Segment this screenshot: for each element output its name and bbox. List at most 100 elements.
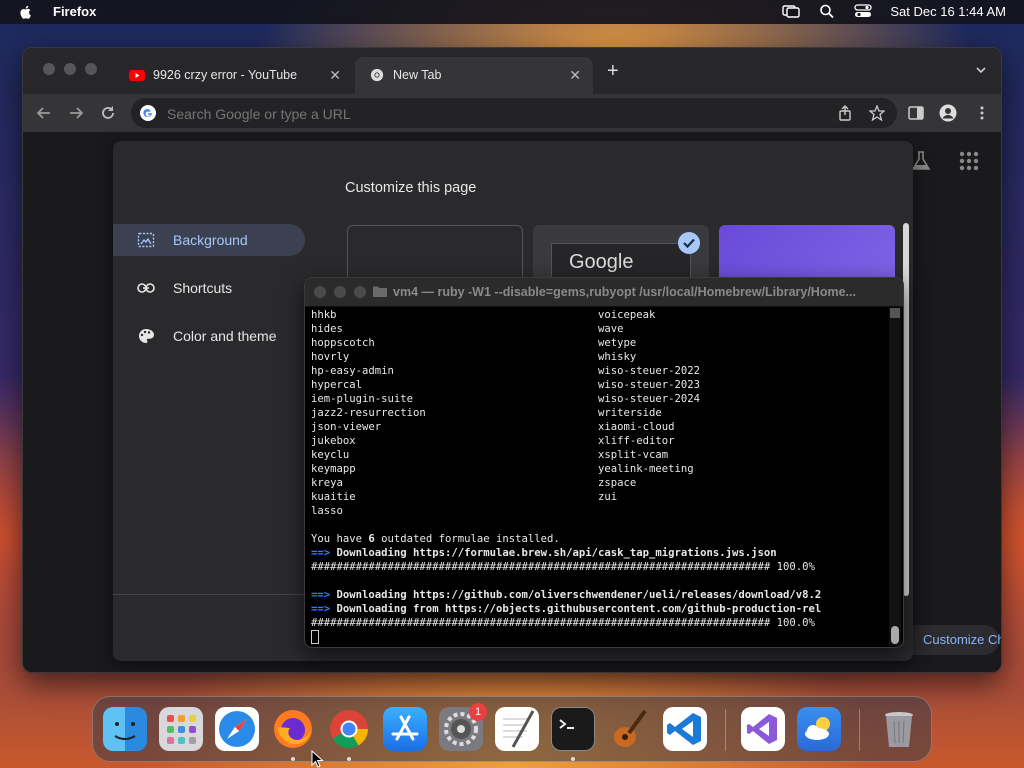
- notification-badge: 1: [469, 703, 487, 721]
- dock-safari-icon[interactable]: [215, 707, 259, 751]
- window-controls: [43, 63, 97, 75]
- background-thumbnail-classic[interactable]: Google: [533, 225, 709, 283]
- dock-terminal-icon[interactable]: [551, 707, 595, 751]
- outdated-message: You have 6 outdated formulae installed.: [311, 533, 560, 545]
- chrome-icon: [370, 68, 384, 82]
- dock: 1: [92, 696, 932, 762]
- dock-vscode-icon[interactable]: [663, 707, 707, 751]
- tab-new-tab[interactable]: New Tab ✕: [355, 57, 593, 94]
- palette-icon: [139, 329, 154, 343]
- cask-name: hp-easy-admin: [311, 365, 394, 377]
- screen-mirroring-icon[interactable]: [782, 3, 801, 19]
- control-center-icon[interactable]: [854, 3, 873, 19]
- cask-name: jazz2-resurrection: [311, 407, 426, 419]
- thumbnail-google-text: Google: [569, 251, 634, 273]
- link-icon: [137, 283, 155, 293]
- dock-finder-icon[interactable]: [103, 707, 147, 751]
- background-thumbnail-none[interactable]: [347, 225, 523, 281]
- terminal-title-bar: vm4 — ruby -W1 --disable=gems,rubyopt /u…: [305, 278, 903, 307]
- dock-trash-icon[interactable]: [877, 707, 921, 751]
- tab-strip: 9926 crzy error - YouTube ✕ New Tab ✕ +: [23, 48, 1001, 94]
- cask-name: hypercal: [311, 379, 363, 391]
- dock-visual-studio-icon[interactable]: [741, 707, 785, 751]
- nav-item-shortcuts[interactable]: Shortcuts: [113, 272, 305, 304]
- active-app-name[interactable]: Firefox: [53, 4, 96, 19]
- menu-bar-clock[interactable]: Sat Dec 16 1:44 AM: [890, 4, 1006, 19]
- cask-name: kuaitie: [311, 491, 356, 503]
- close-tab-icon[interactable]: ✕: [569, 67, 581, 84]
- terminal-title: vm4 — ruby -W1 --disable=gems,rubyopt /u…: [393, 285, 856, 299]
- dock-separator: [859, 709, 860, 751]
- tab-youtube[interactable]: 9926 crzy error - YouTube ✕: [115, 57, 353, 94]
- dock-garageband-icon[interactable]: [607, 707, 651, 751]
- spotlight-search-icon[interactable]: [818, 3, 836, 19]
- tab-search-chevron-icon[interactable]: [975, 64, 987, 76]
- dock-weather-icon[interactable]: [797, 707, 841, 751]
- scrollbar-thumb[interactable]: [891, 626, 899, 644]
- cask-name: writerside: [598, 407, 662, 419]
- cask-name: voicepeak: [598, 309, 656, 321]
- terminal-zoom-button[interactable]: [354, 286, 366, 298]
- cask-name: whisky: [598, 351, 637, 363]
- bookmark-star-icon[interactable]: [869, 105, 885, 121]
- cask-list-column-2: voicepeak wave wetype whisky wiso-steuer-202…: [598, 308, 700, 504]
- close-tab-icon[interactable]: ✕: [329, 67, 341, 84]
- address-input[interactable]: [165, 103, 809, 125]
- cask-name: xiaomi-cloud: [598, 421, 675, 433]
- terminal-window-controls: [314, 286, 366, 298]
- dock-firefox-icon[interactable]: [271, 707, 315, 751]
- youtube-icon: [129, 70, 145, 81]
- cask-name: kreya: [311, 477, 343, 489]
- profile-avatar-icon[interactable]: [939, 104, 957, 122]
- zoom-window-button[interactable]: [85, 63, 97, 75]
- cask-name: wiso-steuer-2024: [598, 393, 701, 405]
- terminal-window: vm4 — ruby -W1 --disable=gems,rubyopt /u…: [304, 277, 904, 648]
- cask-name: hhkb: [311, 309, 337, 321]
- customize-chrome-button[interactable]: Customize Chrome: [901, 625, 1001, 655]
- minimize-window-button[interactable]: [64, 63, 76, 75]
- cask-name: iem-plugin-suite: [311, 393, 414, 405]
- cask-name: hoppscotch: [311, 337, 375, 349]
- side-panel-icon[interactable]: [907, 104, 925, 122]
- nav-item-color-theme[interactable]: Color and theme: [113, 320, 305, 352]
- cask-name: xliff-editor: [598, 435, 675, 447]
- running-indicator: [347, 757, 351, 761]
- close-window-button[interactable]: [43, 63, 55, 75]
- download-line: ==> Downloading https://github.com/olive…: [311, 589, 822, 601]
- scroll-up-button[interactable]: [890, 308, 900, 318]
- terminal-minimize-button[interactable]: [334, 286, 346, 298]
- apple-menu-icon[interactable]: [18, 4, 34, 20]
- dock-launchpad-icon[interactable]: [159, 707, 203, 751]
- more-menu-icon[interactable]: [973, 104, 991, 122]
- new-tab-button[interactable]: +: [607, 60, 619, 83]
- tab-label: 9926 crzy error - YouTube: [153, 68, 298, 82]
- terminal-output[interactable]: hhkb hides hoppscotch hovrly hp-easy-admin hy…: [311, 308, 885, 644]
- terminal-close-button[interactable]: [314, 286, 326, 298]
- google-apps-grid-icon[interactable]: [958, 150, 980, 172]
- share-icon[interactable]: [837, 105, 853, 121]
- mouse-pointer-icon: [311, 750, 324, 768]
- labs-flask-icon[interactable]: [910, 150, 932, 172]
- dock-app-store-icon[interactable]: [383, 707, 427, 751]
- background-thumbnail-purple[interactable]: [719, 225, 895, 281]
- nav-item-label: Shortcuts: [173, 280, 233, 296]
- cask-name: yealink-meeting: [598, 463, 694, 475]
- dock-chrome-icon[interactable]: [327, 707, 371, 751]
- terminal-cursor: [311, 630, 319, 644]
- terminal-scrollbar[interactable]: [889, 308, 901, 646]
- nav-item-background[interactable]: Background: [113, 224, 305, 256]
- back-arrow-icon[interactable]: [35, 104, 53, 122]
- customize-nav: Background Shortcuts Color and theme: [113, 224, 305, 368]
- nav-item-label: Background: [173, 232, 248, 248]
- browser-toolbar: [23, 94, 1001, 132]
- prompt-line: [311, 630, 885, 644]
- forward-arrow-icon[interactable]: [67, 104, 85, 122]
- nav-item-label: Color and theme: [173, 328, 277, 344]
- cask-name: wave: [598, 323, 624, 335]
- reload-icon[interactable]: [99, 104, 117, 122]
- omnibox[interactable]: [131, 98, 897, 128]
- dialog-title: Customize this page: [345, 180, 477, 196]
- cask-name: json-viewer: [311, 421, 382, 433]
- dock-textedit-icon[interactable]: [495, 707, 539, 751]
- dock-system-settings-icon[interactable]: 1: [439, 703, 487, 751]
